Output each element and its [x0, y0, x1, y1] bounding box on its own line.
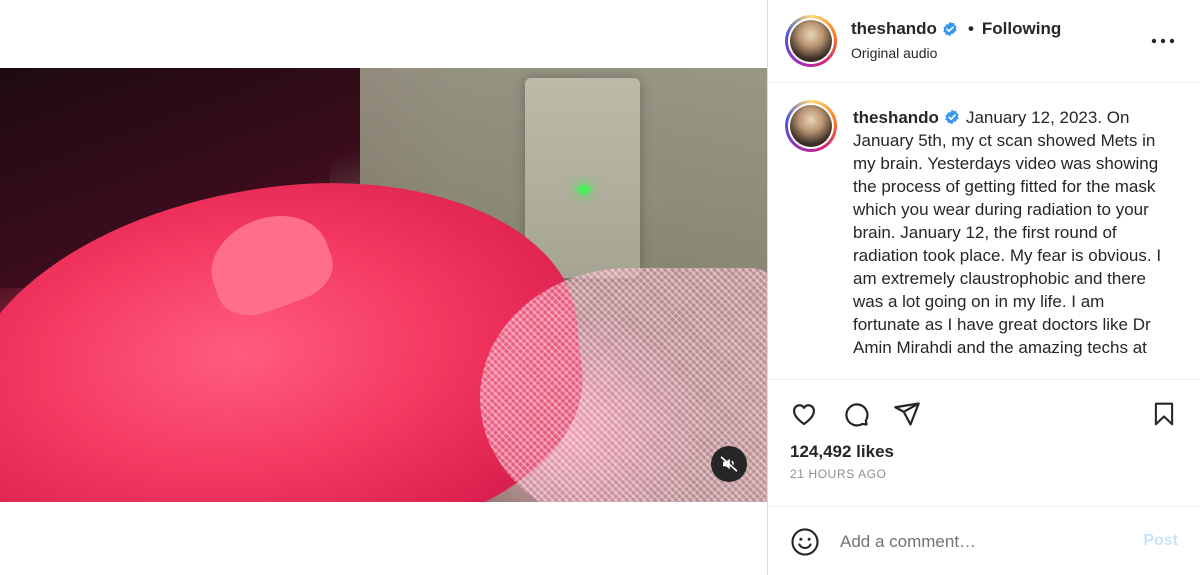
- caption-scroll-area[interactable]: theshando January 12, 2023. On January 5…: [768, 84, 1200, 380]
- caption: theshando January 12, 2023. On January 5…: [853, 106, 1173, 359]
- heart-icon: [792, 404, 816, 426]
- more-options-icon: [1151, 38, 1175, 44]
- save-button[interactable]: [1148, 398, 1180, 430]
- paper-plane-icon: [894, 402, 920, 426]
- verified-badge-icon: [945, 109, 959, 125]
- separator-dot: •: [967, 19, 974, 38]
- action-bar: [768, 398, 1200, 432]
- mute-toggle-button[interactable]: [711, 446, 747, 482]
- author-username[interactable]: theshando: [851, 19, 937, 39]
- speaker-muted-icon: [720, 456, 738, 472]
- emoji-smile-icon: [791, 528, 819, 556]
- caption-username[interactable]: theshando: [853, 108, 939, 127]
- audio-label[interactable]: Original audio: [851, 45, 937, 61]
- comment-bar: Post: [768, 506, 1200, 575]
- post-timestamp[interactable]: 21 HOURS AGO: [790, 467, 887, 481]
- likes-count[interactable]: 124,492 likes: [790, 442, 894, 462]
- caption-author-avatar[interactable]: [785, 100, 837, 152]
- bookmark-icon: [1154, 402, 1174, 426]
- following-button[interactable]: Following: [982, 19, 1061, 39]
- video-wall-device: [525, 78, 640, 278]
- post-header: theshando • Following Original audio: [768, 0, 1200, 83]
- comment-button[interactable]: [840, 398, 872, 430]
- share-button[interactable]: [891, 398, 923, 430]
- caption-body: January 12, 2023. On January 5th, my ct …: [853, 108, 1162, 357]
- comment-input[interactable]: [840, 529, 1130, 555]
- video-green-light: [578, 185, 590, 194]
- like-button[interactable]: [788, 398, 820, 430]
- media-column: [0, 0, 767, 575]
- post-detail-panel: theshando • Following Original audio the…: [767, 0, 1200, 575]
- post-comment-button[interactable]: Post: [1143, 532, 1178, 550]
- author-avatar[interactable]: [785, 15, 837, 67]
- more-options-button[interactable]: [1150, 28, 1176, 54]
- verified-badge-icon: [943, 21, 957, 37]
- comment-bubble-icon: [845, 403, 869, 427]
- header-author-line: theshando • Following: [851, 19, 1061, 39]
- emoji-button[interactable]: [790, 527, 820, 557]
- reel-video[interactable]: [0, 68, 767, 502]
